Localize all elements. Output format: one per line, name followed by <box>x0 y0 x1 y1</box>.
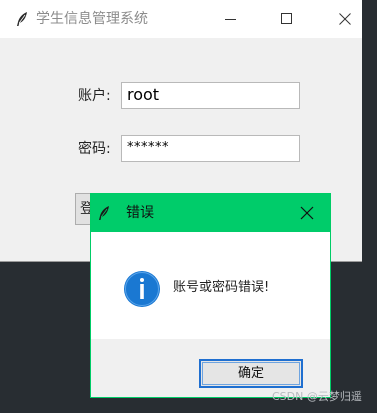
username-input[interactable]: root <box>121 82 300 109</box>
close-icon <box>339 13 351 25</box>
info-icon <box>124 271 160 307</box>
close-button[interactable] <box>322 0 368 38</box>
password-input[interactable]: ****** <box>121 135 300 162</box>
dialog-title: 错误 <box>126 205 154 221</box>
minimize-icon <box>225 19 236 20</box>
window-title: 学生信息管理系统 <box>36 11 148 27</box>
feather-icon <box>96 205 112 221</box>
password-label: 密码: <box>78 141 111 157</box>
feather-icon <box>14 11 30 27</box>
dialog-message: 账号或密码错误! <box>173 280 270 295</box>
watermark: CSDN @云梦归遥 <box>272 390 362 403</box>
maximize-button[interactable] <box>264 0 310 38</box>
maximize-icon <box>281 13 292 24</box>
error-dialog: 错误 账号或密码错误! 确定 <box>90 193 331 398</box>
dialog-body: 账号或密码错误! <box>91 232 330 339</box>
main-titlebar[interactable]: 学生信息管理系统 <box>0 0 362 38</box>
ok-button[interactable]: 确定 <box>199 359 303 388</box>
username-label: 账户: <box>78 88 111 104</box>
close-icon[interactable] <box>300 206 314 220</box>
minimize-button[interactable] <box>208 0 254 38</box>
dialog-titlebar[interactable]: 错误 <box>91 194 330 232</box>
